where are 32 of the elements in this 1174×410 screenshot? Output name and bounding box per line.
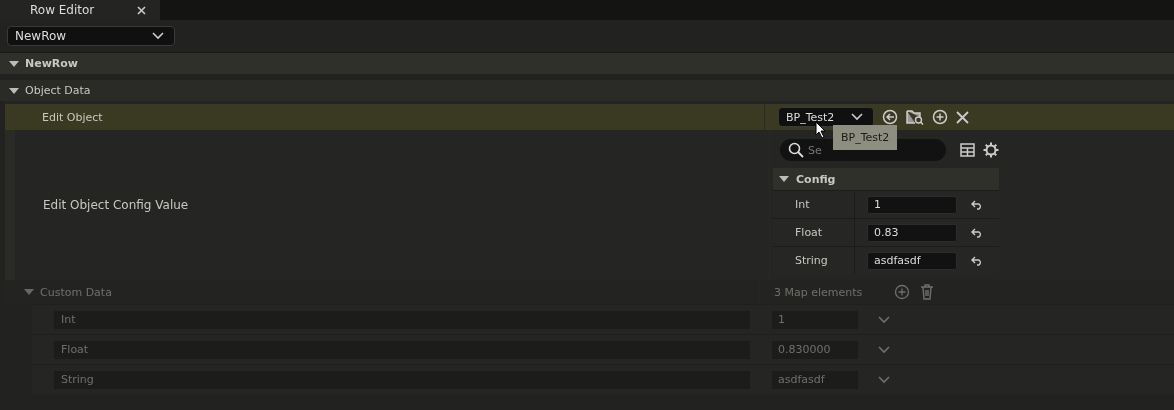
add-icon[interactable]	[932, 109, 948, 125]
value-field[interactable]: 0.83	[867, 223, 957, 242]
reset-arrow-icon[interactable]	[971, 255, 983, 266]
property-label: Edit Object Config Value	[42, 198, 189, 212]
category-title: Config	[796, 172, 836, 186]
value-field[interactable]: asdfasdf	[867, 251, 957, 270]
row-dropdown[interactable]: NewRow	[7, 26, 175, 46]
property-label: String	[773, 247, 855, 274]
tab-label: Row Editor	[30, 3, 95, 17]
close-icon[interactable]	[956, 110, 969, 124]
section-title: NewRow	[25, 57, 79, 70]
section-title: Custom Data	[40, 285, 112, 299]
value-field[interactable]: 1	[867, 195, 957, 214]
folder-search-icon[interactable]	[906, 109, 924, 125]
tooltip: BP_Test2	[833, 125, 898, 150]
reset-arrow-icon[interactable]	[971, 199, 983, 210]
expanded-arrow-icon[interactable]	[9, 86, 19, 95]
section-title: Object Data	[25, 84, 91, 97]
object-dropdown[interactable]: BP_Test2	[778, 107, 874, 127]
table-icon[interactable]	[960, 143, 975, 157]
close-icon[interactable]	[137, 5, 146, 15]
chevron-down-icon[interactable]	[152, 32, 164, 40]
expanded-arrow-icon[interactable]	[9, 59, 19, 68]
trash-icon[interactable]	[920, 284, 934, 300]
property-label: Edit Object	[41, 110, 103, 124]
tab[interactable]: Row Editor	[0, 0, 160, 20]
element-count: 3 Map elements	[774, 285, 864, 299]
settings-icon[interactable]	[983, 142, 999, 158]
chevron-down-icon[interactable]	[851, 113, 863, 121]
reset-arrow-icon[interactable]	[971, 227, 983, 238]
expanded-arrow-icon[interactable]	[779, 175, 789, 183]
add-icon[interactable]	[894, 284, 910, 300]
